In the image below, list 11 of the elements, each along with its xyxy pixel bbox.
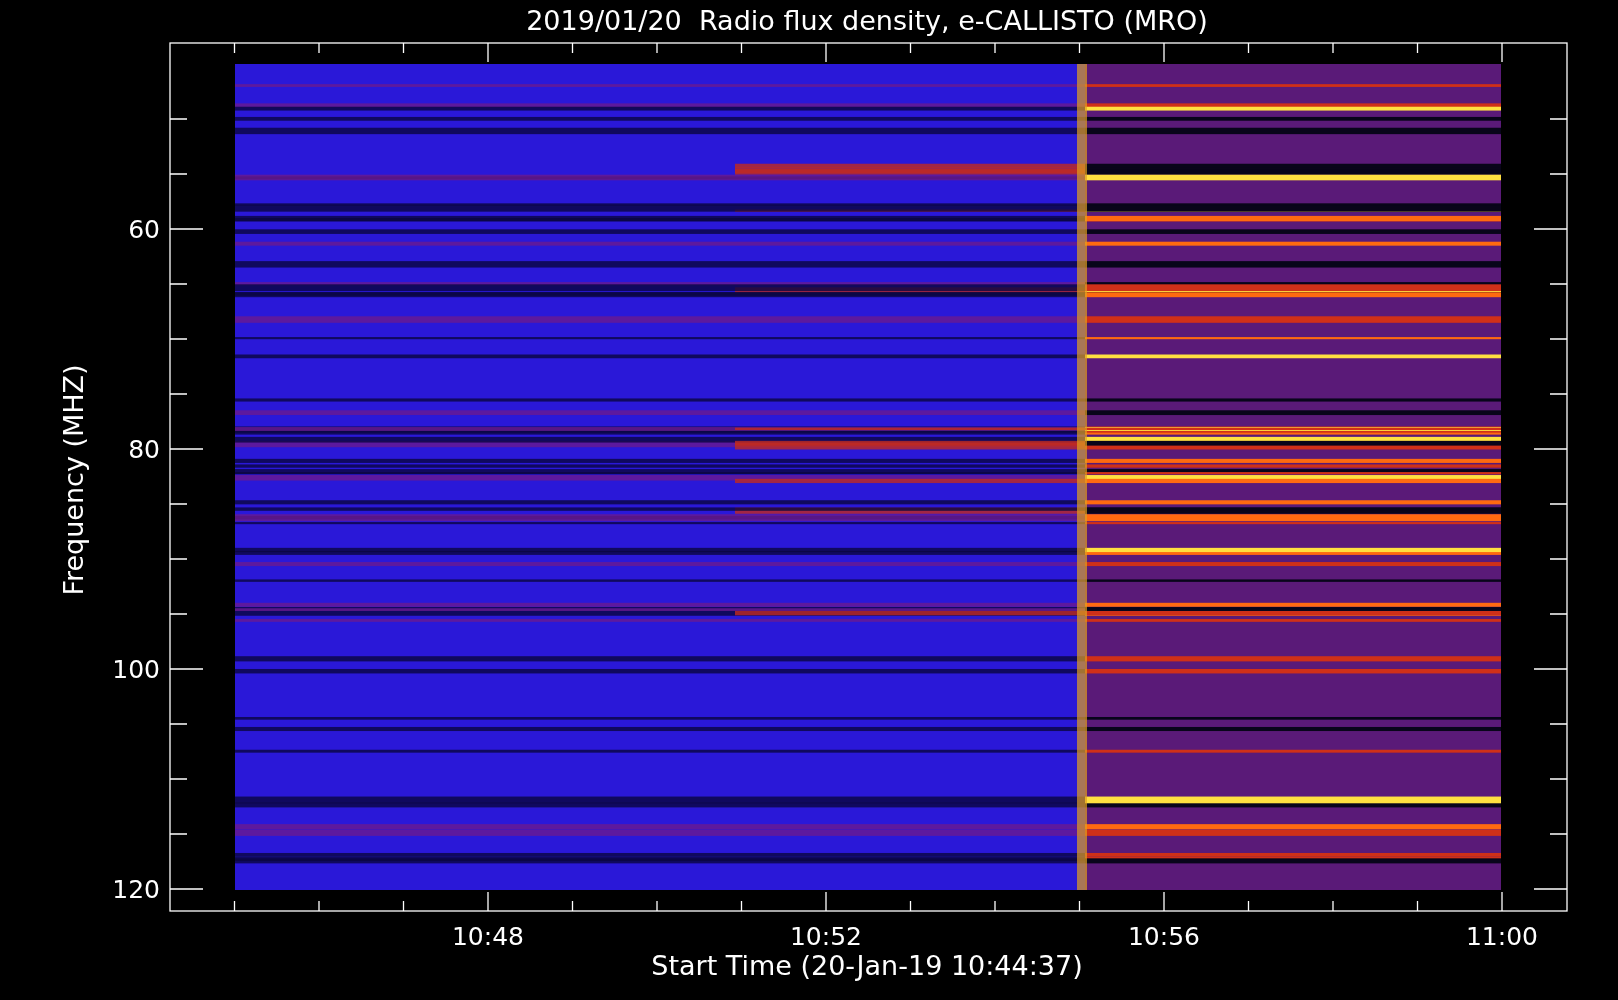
y-axis-label: Frequency (MHZ) — [58, 364, 89, 596]
chart-title: 2019/01/20 Radio flux density, e-CALLISTO (MRO) — [526, 5, 1208, 36]
x-tick-label: 10:56 — [1128, 922, 1200, 951]
x-tick-label: 10:52 — [790, 922, 862, 951]
x-tick-label: 11:00 — [1466, 922, 1538, 951]
x-axis-label: Start Time (20-Jan-19 10:44:37) — [651, 950, 1083, 981]
x-tick-label: 10:48 — [452, 922, 524, 951]
y-tick-label: 80 — [128, 435, 160, 464]
y-tick-label: 60 — [128, 215, 160, 244]
y-tick-label: 120 — [112, 875, 160, 904]
y-tick-label: 100 — [112, 655, 160, 684]
